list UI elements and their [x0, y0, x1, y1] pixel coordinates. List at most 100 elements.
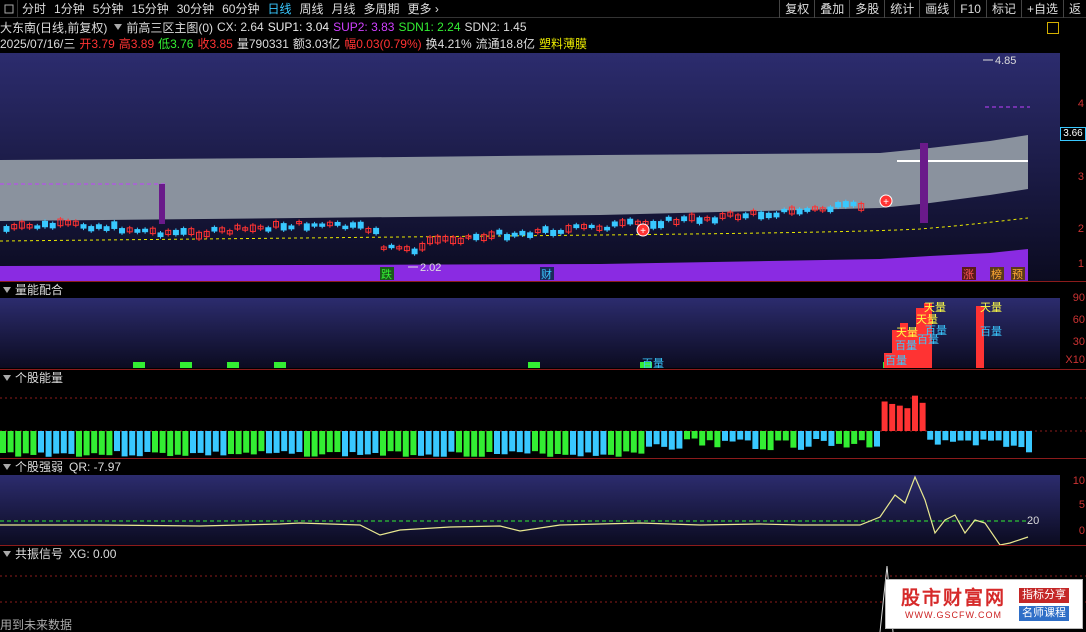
strength-panel: 20 10 5 0: [0, 475, 1086, 545]
resonance-panel-header[interactable]: 共振信号 XG: 0.00: [0, 546, 116, 562]
energy-bar: [972, 431, 979, 446]
energy-bar: [152, 431, 158, 453]
energy-bar: [121, 431, 128, 457]
energy-bar: [129, 431, 136, 456]
strength-axis: 10 5 0: [1060, 475, 1086, 545]
dropdown-icon[interactable]: [114, 24, 123, 30]
candle-body: [342, 225, 349, 230]
energy-bar: [456, 431, 462, 453]
energy-bar: [402, 431, 409, 457]
period-tab-daily[interactable]: 日线: [263, 0, 295, 18]
strength-panel-header[interactable]: 个股强弱 QR: -7.97: [0, 459, 121, 475]
energy-bar: [410, 431, 417, 456]
candle-body: [511, 232, 518, 237]
axis-tick: 60: [1072, 314, 1085, 326]
energy-bar: [539, 431, 546, 454]
energy-bar: [691, 431, 698, 439]
draw-line-button[interactable]: 画线: [919, 0, 954, 18]
candle-body: [319, 223, 326, 227]
main-indicator-name[interactable]: 前高三区主图(0): [126, 19, 213, 36]
strength-chart[interactable]: 20: [0, 475, 1060, 545]
energy-bar: [258, 431, 265, 452]
purple-pillar: [920, 143, 928, 223]
panel-divider: [0, 281, 1086, 282]
energy-bar: [106, 431, 113, 456]
energy-bar: [418, 431, 424, 456]
axis-tick: 2: [1077, 223, 1084, 235]
candle-body: [711, 217, 718, 224]
energy-bar: [425, 431, 432, 455]
sup1-value: SUP1: 3.04: [267, 20, 330, 34]
statistics-button[interactable]: 统计: [884, 0, 919, 18]
mark-button[interactable]: 标记: [985, 0, 1021, 18]
energy-bar: [319, 431, 326, 455]
period-tab-weekly[interactable]: 周线: [295, 0, 327, 18]
f10-button[interactable]: F10: [954, 0, 986, 18]
energy-bar: [516, 431, 523, 453]
multi-stock-button[interactable]: 多股: [849, 0, 884, 18]
energy-panel-header[interactable]: 个股能量: [0, 370, 63, 386]
period-tab-monthly[interactable]: 月线: [328, 0, 360, 18]
footer-note: 用到未来数据: [0, 618, 73, 632]
period-tab-more[interactable]: 更多 ›: [404, 0, 443, 18]
candle-body: [350, 222, 356, 228]
vol-label: 百量: [980, 325, 1002, 338]
dropdown-icon[interactable]: [3, 464, 11, 470]
energy-bar: [782, 431, 789, 441]
back-button[interactable]: 返: [1062, 0, 1086, 18]
energy-bar: [638, 431, 645, 454]
volume-marker: [274, 362, 286, 368]
overlay-button[interactable]: 叠加: [814, 0, 849, 18]
candle-body: [804, 208, 811, 212]
energy-bar: [250, 431, 257, 455]
adjust-button[interactable]: 复权: [779, 0, 814, 18]
energy-bar: [136, 431, 143, 457]
dropdown-icon[interactable]: [3, 287, 11, 293]
period-tab-15min[interactable]: 15分钟: [127, 0, 172, 18]
dropdown-icon[interactable]: [3, 375, 11, 381]
marker-yu: 预: [1012, 268, 1023, 281]
axis-tick: 30: [1072, 336, 1085, 348]
period-tab-60min[interactable]: 60分钟: [218, 0, 263, 18]
panel-divider: [0, 369, 1086, 370]
energy-bar: [372, 431, 379, 453]
energy-bar: [478, 431, 485, 457]
energy-bar: [471, 431, 478, 457]
menu-icon[interactable]: [0, 0, 18, 18]
candle-body: [111, 221, 118, 229]
energy-bar: [585, 431, 592, 453]
candle-body: [373, 227, 380, 235]
period-tab-30min[interactable]: 30分钟: [173, 0, 218, 18]
candle-body: [411, 248, 418, 255]
settings-icon[interactable]: [1047, 22, 1059, 34]
candle-body: [842, 201, 849, 208]
marker-die: 跌: [381, 267, 392, 281]
period-tab-1min[interactable]: 1分钟: [50, 0, 89, 18]
energy-bar: [1003, 431, 1010, 447]
candle-body: [835, 202, 842, 208]
period-tab-multi[interactable]: 多周期: [360, 0, 404, 18]
volume-chart[interactable]: 天量 天量 天量 百量 百量 百量 百量 百量 天量 百量: [0, 298, 1060, 368]
energy-bar: [805, 431, 812, 447]
energy-bar: [836, 431, 842, 444]
dropdown-icon[interactable]: [3, 551, 11, 557]
period-tab-5min[interactable]: 5分钟: [89, 0, 128, 18]
energy-bar: [220, 431, 227, 456]
sector-name[interactable]: 塑料薄膜: [539, 35, 587, 52]
strength-panel-title: 个股强弱: [15, 460, 64, 474]
energy-bar: [896, 405, 903, 431]
add-watchlist-button[interactable]: +自选: [1020, 0, 1063, 18]
watermark-logo: 股市财富网 WWW.GSCFW.COM 指标分享 名师课程: [885, 579, 1083, 629]
vol-label: 百量: [642, 357, 664, 368]
period-tab-timeshare[interactable]: 分时: [18, 0, 50, 18]
energy-chart[interactable]: [0, 386, 1086, 458]
panel-divider: [0, 458, 1086, 459]
marker-cai: 财: [541, 267, 552, 281]
volume-panel-header[interactable]: 量能配合: [0, 282, 63, 298]
energy-bar: [235, 431, 242, 455]
low-price: 低3.76: [158, 36, 194, 51]
period-toolbar: 分时 1分钟 5分钟 15分钟 30分钟 60分钟 日线 周线 月线 多周期 更…: [0, 0, 1086, 18]
main-chart[interactable]: + + 4.85 2.02 跌 财 涨 榜 预: [0, 53, 1060, 281]
candle-body: [765, 212, 772, 219]
candle-body: [681, 216, 688, 222]
